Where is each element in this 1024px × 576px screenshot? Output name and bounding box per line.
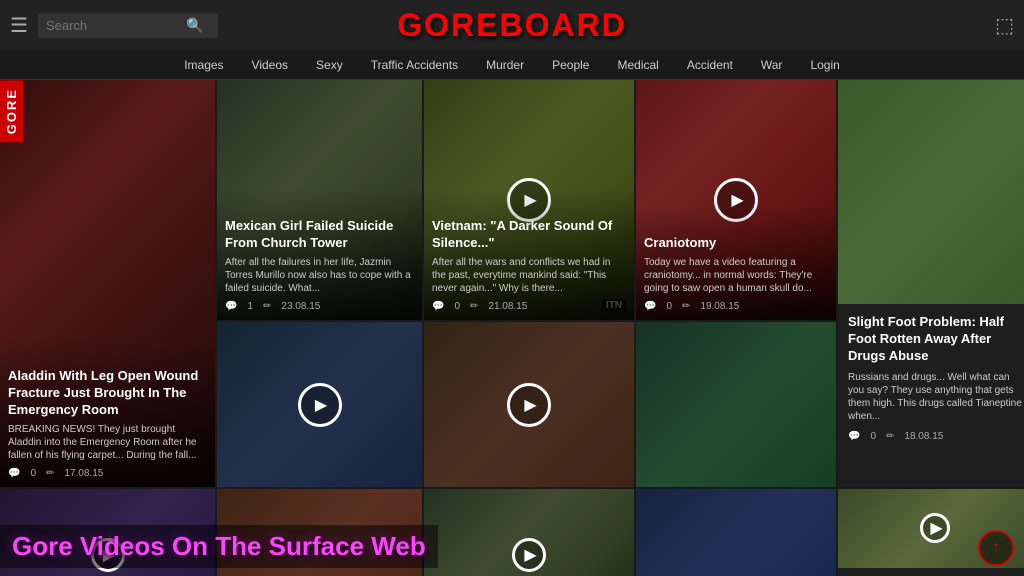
card-desc: BREAKING NEWS! They just brought Aladdin… <box>8 423 207 462</box>
card-row2-col4[interactable] <box>636 322 836 487</box>
nav-traffic[interactable]: Traffic Accidents <box>371 58 458 72</box>
play-button[interactable] <box>512 538 546 572</box>
comment-count: 0 <box>30 468 36 479</box>
card-date: 18.08.15 <box>904 431 943 442</box>
card-footer: 💬 0 ✏ 19.08.15 <box>644 301 828 312</box>
card-date: 21.08.15 <box>488 301 527 312</box>
card-row3-col3[interactable] <box>424 489 634 576</box>
search-container: 🔍 <box>38 13 218 38</box>
comment-count: 0 <box>454 301 460 312</box>
comment-icon: 💬 <box>8 468 20 479</box>
edit-icon: ✏ <box>46 468 54 479</box>
card-row2-col2[interactable] <box>217 322 422 487</box>
site-logo[interactable]: GOREBOARD <box>397 7 627 44</box>
search-input[interactable] <box>46 18 186 33</box>
nav-bar: Images Videos Sexy Traffic Accidents Mur… <box>0 50 1024 80</box>
card-foot-problem[interactable]: Slight Foot Problem: Half Foot Rotten Aw… <box>838 80 1024 487</box>
play-button[interactable] <box>298 383 342 427</box>
login-icon[interactable]: ⬚ <box>995 13 1014 38</box>
card-desc: Russians and drugs... Well what can you … <box>848 371 1022 423</box>
card-row2-col3[interactable] <box>424 322 634 487</box>
nav-accident[interactable]: Accident <box>687 58 733 72</box>
main-content: Aladdin With Leg Open Wound Fracture Jus… <box>0 80 1024 576</box>
nav-images[interactable]: Images <box>184 58 223 72</box>
card-footer: 💬 0 ✏ 17.08.15 <box>8 468 207 479</box>
card-desc: After all the wars and conflicts we had … <box>432 256 626 295</box>
edit-icon: ✏ <box>263 301 271 312</box>
comment-icon: 💬 <box>644 301 656 312</box>
nav-people[interactable]: People <box>552 58 589 72</box>
search-icon: 🔍 <box>186 17 203 34</box>
card-date: 19.08.15 <box>700 301 739 312</box>
scroll-top-button[interactable]: ↑ <box>978 530 1014 566</box>
edit-icon: ✏ <box>470 301 478 312</box>
nav-sexy[interactable]: Sexy <box>316 58 343 72</box>
edit-icon: ✏ <box>682 301 690 312</box>
nav-login[interactable]: Login <box>810 58 839 72</box>
card-row3-col2[interactable] <box>217 489 422 576</box>
card-title: Vietnam: "A Darker Sound Of Silence..." <box>432 218 626 252</box>
nav-war[interactable]: War <box>761 58 783 72</box>
card-desc: Today we have a video featuring a cranio… <box>644 256 828 295</box>
card-aladdin[interactable]: Aladdin With Leg Open Wound Fracture Jus… <box>0 80 215 487</box>
play-button[interactable] <box>91 538 125 572</box>
comment-icon: 💬 <box>225 301 237 312</box>
comment-count: 1 <box>247 301 253 312</box>
card-footer: 💬 0 ✏ 21.08.15 <box>432 301 626 312</box>
card-craniotomy[interactable]: Craniotomy Today we have a video featuri… <box>636 80 836 320</box>
nav-murder[interactable]: Murder <box>486 58 524 72</box>
top-bar: ☰ 🔍 GOREBOARD ⬚ <box>0 0 1024 50</box>
comment-count: 0 <box>870 431 876 442</box>
comment-count: 0 <box>666 301 672 312</box>
nav-medical[interactable]: Medical <box>617 58 658 72</box>
card-title: Slight Foot Problem: Half Foot Rotten Aw… <box>848 314 1022 365</box>
card-vietnam[interactable]: ITN Vietnam: "A Darker Sound Of Silence.… <box>424 80 634 320</box>
card-row3-col4[interactable] <box>636 489 836 576</box>
card-row3-col1[interactable] <box>0 489 215 576</box>
play-button[interactable] <box>507 383 551 427</box>
card-date: 17.08.15 <box>64 468 103 479</box>
card-desc: After all the failures in her life, Jazm… <box>225 256 414 295</box>
hamburger-icon[interactable]: ☰ <box>10 13 28 38</box>
card-footer: 💬 1 ✏ 23.08.15 <box>225 301 414 312</box>
comment-icon: 💬 <box>848 431 860 442</box>
comment-icon: 💬 <box>432 301 444 312</box>
card-title: Craniotomy <box>644 235 828 252</box>
card-date: 23.08.15 <box>281 301 320 312</box>
edit-icon: ✏ <box>886 431 894 442</box>
card-title: Mexican Girl Failed Suicide From Church … <box>225 218 414 252</box>
play-button[interactable] <box>920 513 950 543</box>
nav-videos[interactable]: Videos <box>252 58 288 72</box>
card-title: Aladdin With Leg Open Wound Fracture Jus… <box>8 368 207 419</box>
side-tab: GORE <box>0 80 23 142</box>
card-mexican-girl[interactable]: Mexican Girl Failed Suicide From Church … <box>217 80 422 320</box>
card-footer: 💬 0 ✏ 18.08.15 <box>848 431 1022 442</box>
